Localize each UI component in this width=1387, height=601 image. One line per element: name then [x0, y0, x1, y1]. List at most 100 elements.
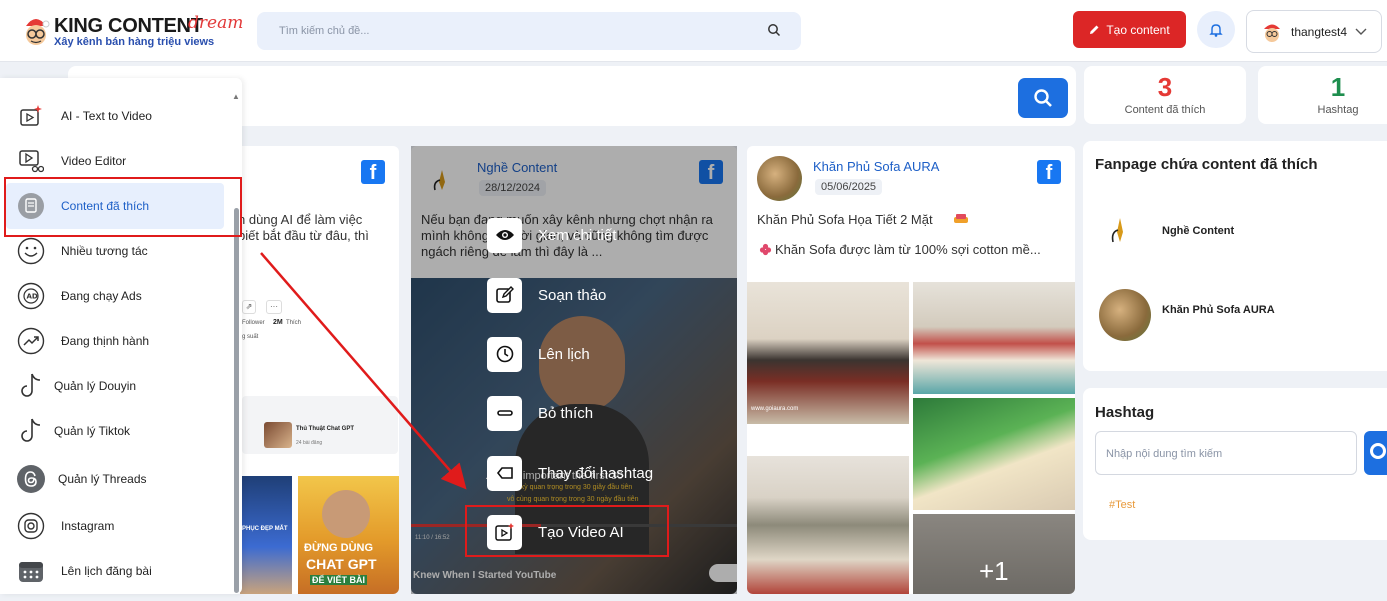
- unlike-label: Bỏ thích: [538, 404, 594, 422]
- svg-text:AD: AD: [27, 293, 38, 301]
- sidebar-item-schedule-post[interactable]: Lên lịch đăng bài: [16, 553, 152, 589]
- content-card[interactable]: Khăn Phủ Sofa AURA 05/06/2025 f Khăn Phủ…: [747, 146, 1075, 594]
- card-text: Khăn Sofa được làm từ 100% sợi cotton mề…: [775, 242, 1041, 257]
- fanpage-name[interactable]: Nghề Content: [1162, 225, 1234, 237]
- liked-content-stat: 3 Content đã thích: [1084, 66, 1246, 124]
- highlight-ai-video: [465, 505, 669, 557]
- highlight-liked-content: [4, 177, 242, 237]
- pencil-icon: [1090, 25, 1099, 34]
- share-icon: ⇗: [242, 300, 256, 314]
- sidebar-item-label: Quản lý Threads: [58, 472, 147, 486]
- facebook-icon: f: [1037, 160, 1061, 184]
- more-icon: ···: [266, 300, 282, 314]
- minus-icon: [487, 395, 522, 431]
- content-search-button[interactable]: [1018, 78, 1068, 118]
- username: thangtest4: [1291, 24, 1348, 39]
- eye-icon: [487, 217, 522, 253]
- view-detail-action[interactable]: Xem chi tiết: [487, 217, 616, 253]
- facebook-icon: f: [361, 160, 385, 184]
- product-image-more[interactable]: +1: [913, 514, 1075, 594]
- liked-content-label: Content đã thích: [1124, 104, 1206, 116]
- flower-icon: [759, 243, 772, 261]
- user-menu[interactable]: thangtest4: [1246, 10, 1382, 53]
- image-watermark: www.goiaura.com: [751, 406, 799, 412]
- hashtag-panel-title: Hashtag: [1095, 404, 1155, 421]
- topic-search-input[interactable]: Tìm kiếm chủ đề...: [257, 12, 801, 50]
- sidebar-item-tiktok[interactable]: Quản lý Tiktok: [16, 413, 130, 449]
- product-image[interactable]: [913, 282, 1075, 394]
- hashtag-stat: 1 Hashtag: [1258, 66, 1387, 124]
- logo-mascot-icon: [26, 19, 50, 45]
- ads-icon: AD: [16, 281, 46, 311]
- threads-icon: [16, 464, 46, 494]
- topic-search-placeholder: Tìm kiếm chủ đề...: [279, 25, 370, 37]
- sidebar-item-label: Nhiều tương tác: [61, 244, 148, 258]
- ai-video-icon: [16, 101, 46, 131]
- unlike-action[interactable]: Bỏ thích: [487, 395, 593, 431]
- sidebar-item-high-engagement[interactable]: Nhiều tương tác: [16, 233, 148, 269]
- edit-action[interactable]: Soạn thảo: [487, 277, 606, 313]
- change-hashtag-action[interactable]: Thay đổi hashtag: [487, 455, 653, 491]
- like-label: Thích: [286, 320, 302, 326]
- thumb-text-2: CHAT GPT: [306, 556, 377, 572]
- hashtag-tag[interactable]: #Test: [1109, 499, 1135, 511]
- video-thumbnail[interactable]: PHỤC ĐẸP MẮT: [240, 476, 292, 594]
- fanpage-panel-title: Fanpage chứa content đã thích: [1095, 156, 1318, 173]
- video-thumbnail[interactable]: ĐỪNG DÙNG CHAT GPT ĐỂ VIẾT BÀI: [298, 476, 399, 594]
- sidebar-item-label: Đang chạy Ads: [61, 289, 142, 303]
- follower-label: Follower: [242, 320, 265, 326]
- calendar-icon: [16, 556, 46, 586]
- liked-content-count: 3: [1157, 72, 1173, 102]
- create-content-label: Tạo content: [1106, 22, 1170, 37]
- sidebar-item-label: Video Editor: [61, 154, 127, 168]
- instagram-icon: [16, 511, 46, 541]
- product-image[interactable]: [913, 398, 1075, 510]
- sidebar-item-video-editor[interactable]: Video Editor: [16, 143, 126, 179]
- sidebar-item-label: AI - Text to Video: [61, 109, 152, 123]
- sidebar-item-ai-text-to-video[interactable]: AI - Text to Video: [16, 98, 152, 134]
- sidebar-item-running-ads[interactable]: AD Đang chạy Ads: [16, 278, 142, 314]
- product-image[interactable]: [747, 456, 909, 594]
- follower-count: 2M: [273, 319, 283, 326]
- page-logo: [1111, 218, 1123, 243]
- hashtag-count: 1: [1330, 72, 1346, 102]
- sidebar-item-douyin[interactable]: Quản lý Douyin: [16, 368, 136, 404]
- sidebar-item-label: Quản lý Tiktok: [54, 424, 131, 438]
- tiktok-icon: [16, 371, 46, 401]
- schedule-label: Lên lịch: [538, 345, 590, 363]
- fanpage-panel: Fanpage chứa content đã thích Nghề Conte…: [1083, 141, 1387, 371]
- notification-button[interactable]: [1197, 11, 1235, 48]
- thumb-caption: PHỤC ĐẸP MẮT: [242, 526, 288, 532]
- avatar: [1264, 24, 1280, 42]
- sidebar-item-label: Instagram: [61, 519, 115, 533]
- scroll-up-arrow-icon[interactable]: ▲: [232, 92, 240, 101]
- sidebar-item-instagram[interactable]: Instagram: [16, 508, 114, 544]
- hashtag-search-button[interactable]: [1364, 431, 1387, 475]
- sidebar-item-threads[interactable]: Quản lý Threads: [16, 461, 147, 497]
- top-header: KING CONTENT dream Xây kênh bán hàng tri…: [0, 0, 1387, 62]
- rate-label: g suất: [242, 334, 259, 340]
- chevron-down-icon: [1355, 28, 1367, 35]
- search-icon: [1034, 89, 1052, 107]
- card-page-name[interactable]: Khăn Phủ Sofa AURA: [813, 159, 939, 174]
- schedule-action[interactable]: Lên lịch: [487, 336, 590, 372]
- sidebar-scrollbar[interactable]: [234, 208, 239, 593]
- hashtag-label: Hashtag: [1317, 104, 1359, 116]
- fanpage-name[interactable]: Khăn Phủ Sofa AURA: [1162, 304, 1275, 316]
- sub-page-thumb: [264, 422, 292, 448]
- card-title: Khăn Phủ Sofa Họa Tiết 2 Mặt: [757, 212, 933, 227]
- logo-tagline: Xây kênh bán hàng triệu views: [54, 36, 215, 48]
- sidebar-item-trending[interactable]: Đang thịnh hành: [16, 323, 149, 359]
- sidebar-item-label: Lên lịch đăng bài: [61, 564, 152, 578]
- create-content-button[interactable]: Tạo content: [1073, 11, 1186, 48]
- edit-label: Soạn thảo: [538, 286, 607, 304]
- page-avatar: [757, 156, 802, 201]
- product-image[interactable]: www.goiaura.com: [747, 282, 909, 424]
- video-edit-icon: [16, 146, 46, 176]
- sub-page-meta: 24 bài đăng: [296, 440, 323, 446]
- fanpage-avatar: [1099, 289, 1151, 341]
- hashtag-search-input[interactable]: Nhập nội dung tìm kiếm: [1095, 431, 1357, 475]
- more-images-count: +1: [979, 556, 1009, 586]
- search-icon[interactable]: [767, 23, 781, 37]
- sub-page-title: Thủ Thuật Chat GPT: [296, 426, 354, 432]
